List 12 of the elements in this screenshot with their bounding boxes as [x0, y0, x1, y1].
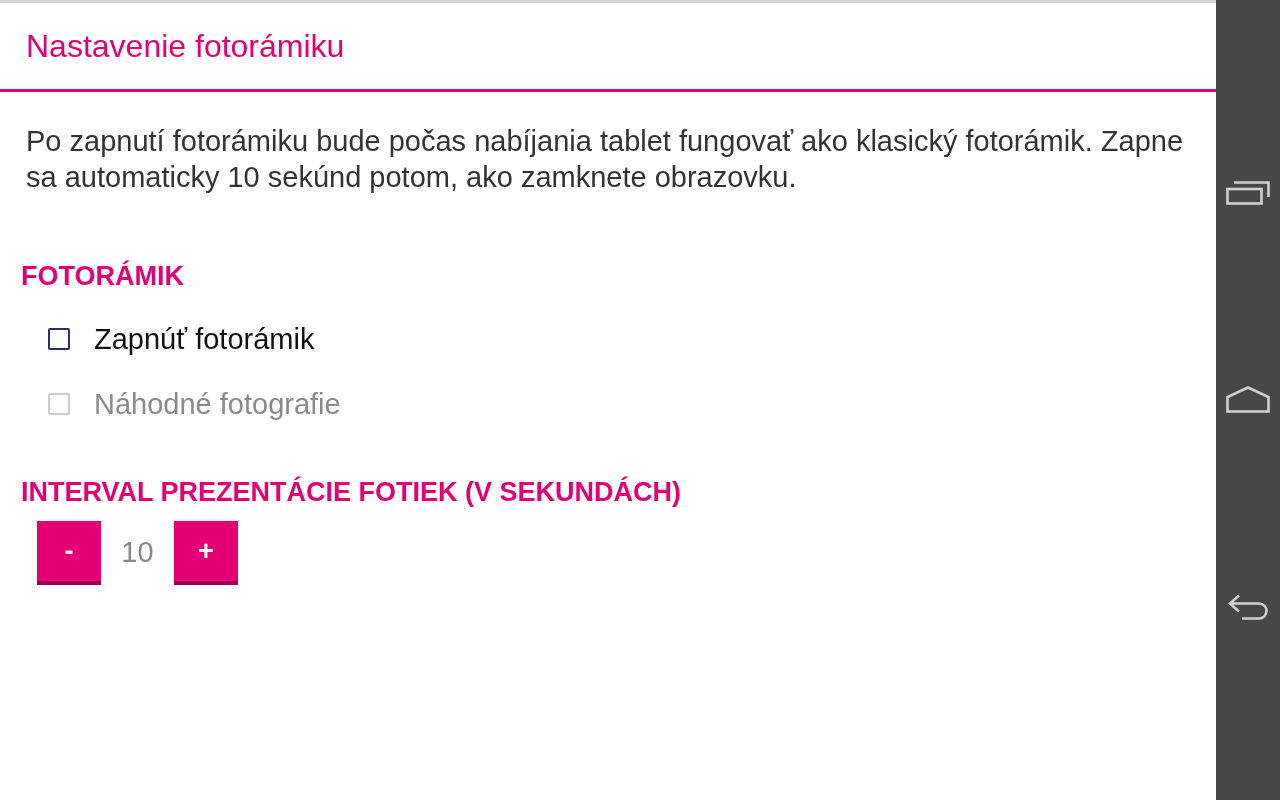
checkbox[interactable] — [48, 327, 70, 350]
checkbox-label[interactable]: Zapnúť fotorámik — [94, 321, 315, 356]
screen-title: Nastavenie fotorámiku — [26, 27, 345, 65]
increment-button[interactable]: + — [174, 521, 238, 585]
stepper-value: 10 — [120, 535, 155, 571]
description-text: Po zapnutí fotorámiku bude počas nabíjania tablet fungovať ako klasický fotorámik. Zapne sa automaticky 10 sekúnd potom, ako zamknete obrazovku. — [25, 124, 1185, 195]
section-heading: FOTORÁMIK — [20, 259, 184, 293]
home-icon[interactable] — [1226, 385, 1270, 413]
back-icon[interactable] — [1228, 593, 1268, 620]
section-heading: INTERVAL PREZENTÁCIE FOTIEK (V SEKUNDÁCH) — [20, 475, 682, 509]
decrement-button[interactable]: - — [37, 521, 101, 585]
recent-apps-icon[interactable] — [1226, 180, 1270, 205]
